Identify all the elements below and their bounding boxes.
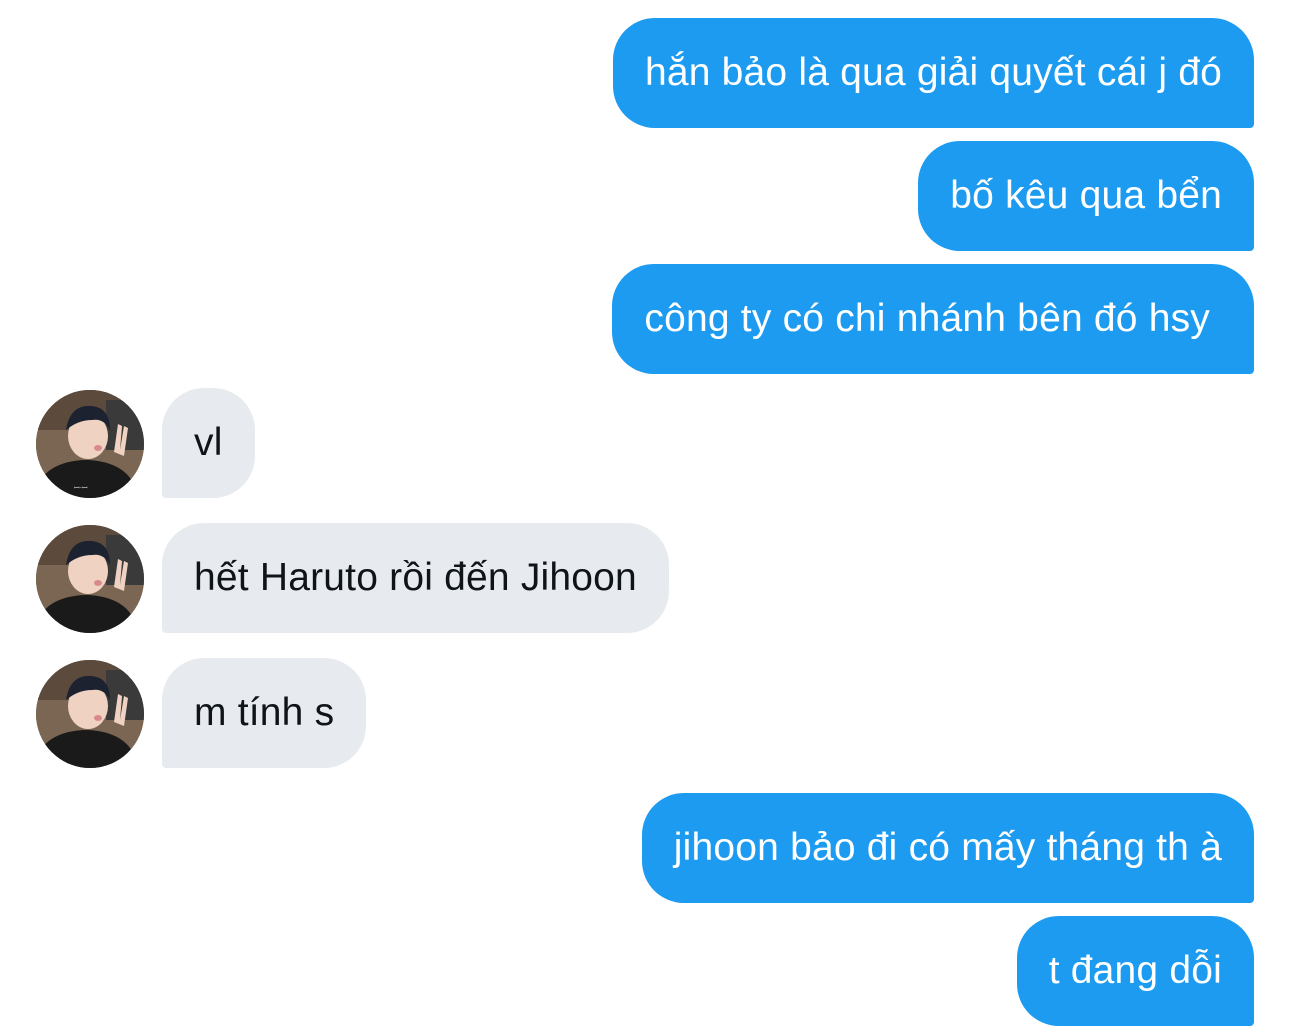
- message-row-outgoing: hắn bảo là qua giải quyết cái j đó: [0, 18, 1290, 128]
- message-row-incoming: ꟷ·ꟷ vl: [0, 388, 1290, 498]
- user-avatar[interactable]: [36, 525, 144, 633]
- outgoing-message-bubble[interactable]: jihoon bảo đi có mấy tháng th à: [641, 793, 1254, 903]
- message-thread: hắn bảo là qua giải quyết cái j đó bố kê…: [0, 0, 1290, 1031]
- user-avatar[interactable]: [36, 660, 144, 768]
- message-text: hết Haruto rồi đến Jihoon: [194, 556, 637, 599]
- incoming-message-bubble[interactable]: vl: [162, 388, 255, 498]
- message-text: t đang dỗi: [1048, 949, 1222, 992]
- message-text: vl: [194, 421, 223, 464]
- outgoing-message-bubble[interactable]: công ty có chi nhánh bên đó hsy: [612, 264, 1254, 374]
- message-row-outgoing: bố kêu qua bển: [0, 141, 1290, 251]
- message-row-incoming: hết Haruto rồi đến Jihoon: [0, 523, 1290, 633]
- message-row-outgoing: jihoon bảo đi có mấy tháng th à: [0, 793, 1290, 903]
- outgoing-message-bubble[interactable]: hắn bảo là qua giải quyết cái j đó: [612, 18, 1254, 128]
- svg-text:ꟷ·ꟷ: ꟷ·ꟷ: [74, 484, 88, 492]
- message-text: bố kêu qua bển: [950, 174, 1222, 217]
- message-text: jihoon bảo đi có mấy tháng th à: [673, 826, 1222, 869]
- message-row-outgoing: t đang dỗi: [0, 916, 1290, 1026]
- incoming-message-bubble[interactable]: hết Haruto rồi đến Jihoon: [162, 523, 669, 633]
- message-text: hắn bảo là qua giải quyết cái j đó: [644, 51, 1222, 94]
- message-row-outgoing: công ty có chi nhánh bên đó hsy: [0, 264, 1290, 374]
- message-text: m tính s: [194, 691, 335, 734]
- incoming-message-bubble[interactable]: m tính s: [162, 658, 367, 768]
- outgoing-message-bubble[interactable]: bố kêu qua bển: [918, 141, 1254, 251]
- message-row-incoming: m tính s: [0, 658, 1290, 768]
- outgoing-message-bubble[interactable]: t đang dỗi: [1016, 916, 1254, 1026]
- user-avatar[interactable]: ꟷ·ꟷ: [36, 390, 144, 498]
- message-text: công ty có chi nhánh bên đó hsy: [644, 297, 1210, 340]
